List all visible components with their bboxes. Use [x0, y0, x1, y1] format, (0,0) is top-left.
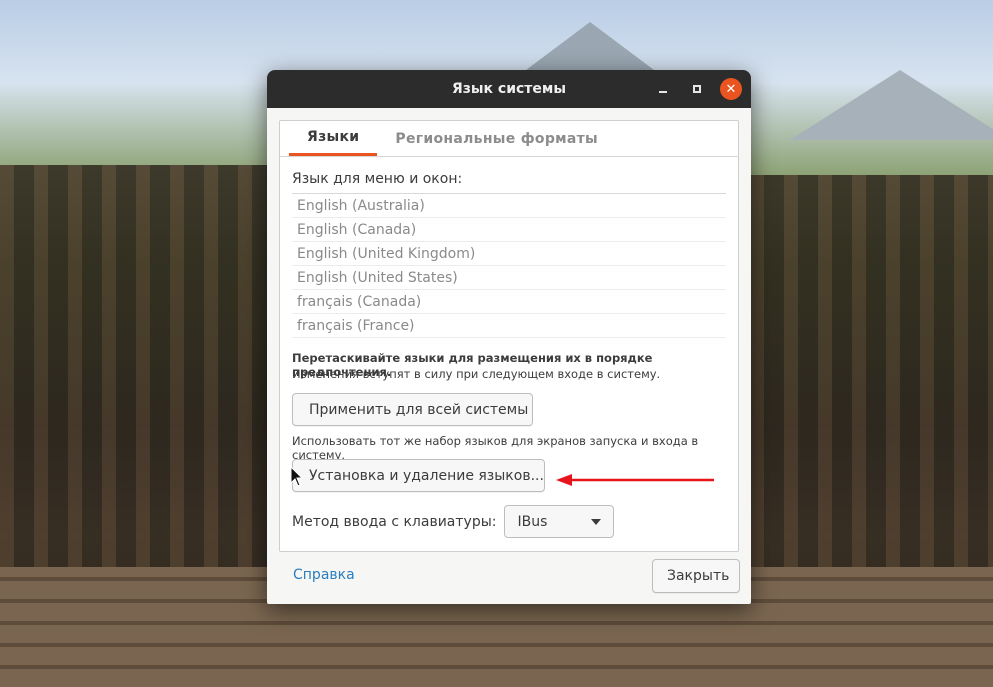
- list-item[interactable]: français (Canada): [292, 290, 726, 314]
- window-titlebar[interactable]: Язык системы ✕: [267, 70, 751, 108]
- list-item[interactable]: English (Canada): [292, 218, 726, 242]
- tab-bar: Языки Региональные форматы: [280, 121, 738, 157]
- apply-system-wide-button[interactable]: Применить для всей системы: [292, 393, 533, 426]
- chevron-down-icon: [591, 518, 602, 525]
- list-item[interactable]: English (United Kingdom): [292, 242, 726, 266]
- apply-effect-hint: Изменения вступят в силу при следующем в…: [292, 367, 661, 381]
- list-item[interactable]: English (Australia): [292, 194, 726, 218]
- mouse-cursor-icon: [290, 466, 304, 487]
- input-method-value: IBus: [517, 513, 548, 530]
- tab-regional-formats[interactable]: Региональные форматы: [377, 121, 616, 156]
- input-method-label: Метод ввода с клавиатуры:: [292, 513, 497, 530]
- minimize-icon[interactable]: [652, 78, 674, 100]
- input-method-row: Метод ввода с клавиатуры: IBus: [292, 505, 615, 538]
- language-list-label: Язык для меню и окон:: [292, 171, 463, 187]
- maximize-icon[interactable]: [686, 78, 708, 100]
- wallpaper-bridge-rail-left: [0, 165, 268, 595]
- window-controls: ✕: [652, 78, 742, 100]
- list-item[interactable]: English (United States): [292, 266, 726, 290]
- red-arrow-annotation: [556, 474, 714, 486]
- window-title: Язык системы: [451, 81, 567, 97]
- same-set-hint: Использовать тот же набор языков для экр…: [292, 434, 699, 462]
- close-button[interactable]: Закрыть: [652, 559, 740, 593]
- help-link[interactable]: Справка: [293, 567, 355, 583]
- install-remove-languages-button[interactable]: Установка и удаление языков...: [292, 459, 545, 492]
- language-settings-window: Язык системы ✕ Языки Региональные формат…: [267, 70, 751, 604]
- list-item[interactable]: français (France): [292, 314, 726, 338]
- wallpaper-mountain-2: [790, 70, 993, 140]
- close-icon[interactable]: ✕: [720, 78, 742, 100]
- language-list[interactable]: English (Australia) English (Canada) Eng…: [292, 193, 726, 338]
- tab-languages[interactable]: Языки: [289, 121, 378, 156]
- input-method-select[interactable]: IBus: [504, 505, 615, 538]
